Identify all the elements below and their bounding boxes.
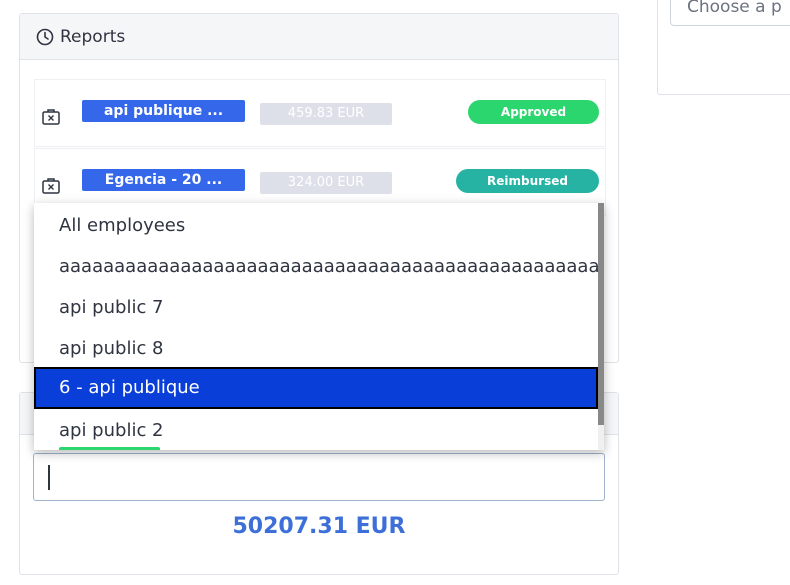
reports-header: Reports <box>20 14 618 60</box>
status-badge-peek <box>59 447 160 450</box>
dropdown-option[interactable]: api public 7 <box>34 287 598 328</box>
status-badge: Approved <box>468 100 599 124</box>
report-name[interactable]: Egencia - 20 ... <box>82 169 245 191</box>
status-badge: Reimbursed <box>456 169 599 193</box>
employee-dropdown[interactable]: All employees aaaaaaaaaaaaaaaaaaaaaaaaaa… <box>34 203 604 450</box>
suitcase-icon <box>42 178 60 194</box>
total-amount: 50207.31 EUR <box>232 514 406 539</box>
dropdown-option-all-employees[interactable]: All employees <box>34 205 598 246</box>
text-caret <box>48 465 50 490</box>
report-name[interactable]: api publique ... <box>82 100 245 122</box>
dropdown-option[interactable]: aaaaaaaaaaaaaaaaaaaaaaaaaaaaaaaaaaaaaaaa… <box>34 246 598 287</box>
clock-icon <box>36 28 54 45</box>
employee-search-input[interactable] <box>33 453 605 501</box>
dropdown-scrollbar[interactable] <box>598 203 604 450</box>
suitcase-icon <box>42 109 60 125</box>
dropdown-scrollbar-thumb[interactable] <box>598 203 604 425</box>
report-amount: 459.83 EUR <box>260 103 392 125</box>
report-row[interactable]: api publique ... 459.83 EUR Approved <box>34 79 606 147</box>
dropdown-option[interactable]: api public 8 <box>34 328 598 369</box>
dropdown-option-selected[interactable]: 6 - api publique <box>34 367 598 409</box>
reports-title: Reports <box>60 26 126 47</box>
dropdown-option[interactable]: api public 2 <box>34 410 598 450</box>
report-amount: 324.00 EUR <box>260 172 392 194</box>
right-panel-select[interactable]: Choose a p <box>670 0 790 26</box>
